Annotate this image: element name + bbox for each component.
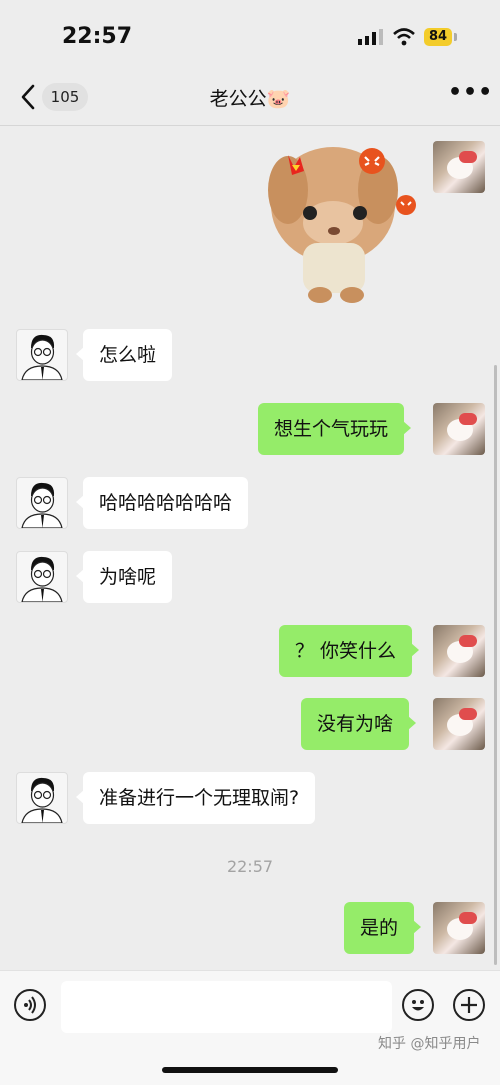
avatar-self[interactable]	[433, 625, 485, 677]
chat-header: 105 老公公🐷 •••	[0, 70, 500, 126]
signal-icon	[358, 29, 383, 45]
avatar-contact[interactable]	[16, 551, 68, 603]
more-dots-icon[interactable]: •••	[448, 82, 492, 108]
voice-icon[interactable]	[14, 989, 46, 1021]
avatar-self[interactable]	[433, 141, 485, 193]
avatar-self[interactable]	[433, 902, 485, 954]
message-bubble-outgoing[interactable]: 没有为啥	[301, 698, 417, 750]
cartoon-man-icon	[21, 556, 63, 602]
message-bubble-incoming[interactable]: 为啥呢	[75, 551, 173, 603]
avatar-contact[interactable]	[16, 477, 68, 529]
avatar-contact[interactable]	[16, 772, 68, 824]
avatar-self[interactable]	[433, 403, 485, 455]
message-bubble-incoming[interactable]: 准备进行一个无理取闹?	[75, 772, 316, 824]
message-timestamp: 22:57	[226, 857, 274, 876]
cartoon-man-icon	[21, 777, 63, 823]
plus-icon[interactable]	[453, 989, 485, 1021]
message-bubble-incoming[interactable]: 哈哈哈哈哈哈哈	[75, 477, 249, 529]
status-bar: 22:57 84	[0, 0, 500, 70]
message-bubble-outgoing[interactable]: ？ 你笑什么	[279, 625, 420, 677]
avatar-self[interactable]	[433, 698, 485, 750]
chat-scrollbar[interactable]	[494, 365, 497, 965]
emoji-icon[interactable]	[402, 989, 434, 1021]
battery-level: 84	[424, 28, 452, 46]
message-bubble-outgoing[interactable]: 想生个气玩玩	[258, 403, 412, 455]
chat-title: 老公公🐷	[209, 88, 291, 110]
wifi-icon	[393, 28, 415, 46]
message-bubble-outgoing[interactable]: 是的	[344, 902, 422, 954]
cartoon-man-icon	[21, 482, 63, 528]
cartoon-man-icon	[21, 334, 63, 380]
watermark: 知乎 @知乎用户	[378, 1036, 481, 1052]
home-indicator[interactable]	[162, 1067, 338, 1073]
input-bar: 知乎 @知乎用户	[0, 970, 500, 1085]
header-divider	[0, 125, 500, 126]
sticker-image[interactable]	[248, 135, 418, 305]
avatar-contact[interactable]	[16, 329, 68, 381]
message-bubble-incoming[interactable]: 怎么啦	[75, 329, 173, 381]
unread-count-badge[interactable]: 105	[42, 83, 88, 111]
battery-tip	[454, 33, 457, 41]
status-time: 22:57	[62, 24, 133, 49]
chevron-left-icon[interactable]	[18, 82, 40, 112]
message-input[interactable]	[61, 981, 392, 1033]
